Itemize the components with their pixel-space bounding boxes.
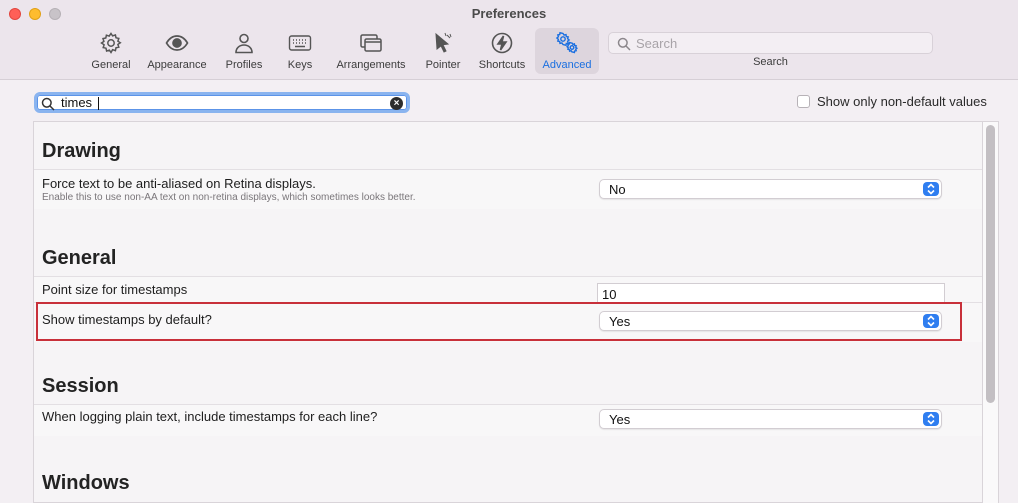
search-icon [41, 97, 55, 111]
log-timestamps-value: Yes [609, 412, 631, 427]
tab-profiles-label: Profiles [225, 59, 263, 71]
preferences-window: Preferences General Appearance Profiles [0, 0, 1018, 503]
keyboard-icon [288, 35, 312, 51]
eye-icon [165, 35, 189, 51]
chevron-updown-icon [923, 182, 939, 196]
antialias-description: Enable this to use non-AA text on non-re… [42, 192, 416, 203]
setting-row-show-timestamps: Show timestamps by default? Yes [34, 302, 982, 342]
non-default-values-checkbox[interactable] [797, 95, 810, 108]
timestamp-size-label: Point size for timestamps [42, 282, 188, 297]
toolbar-search-label: Search [753, 56, 788, 68]
chevron-updown-icon [923, 314, 939, 328]
antialias-value: No [609, 182, 626, 197]
windows-icon [360, 34, 382, 52]
toolbar: Preferences General Appearance Profiles [0, 0, 1018, 80]
clear-search-icon[interactable]: × [390, 97, 403, 110]
tab-general-label: General [91, 59, 131, 71]
section-title-windows: Windows [42, 472, 130, 494]
log-timestamps-label: When logging plain text, include timesta… [42, 409, 378, 424]
setting-row-antialias: Force text to be anti-aliased on Retina … [34, 169, 982, 209]
scrollbar-thumb[interactable] [986, 125, 995, 403]
cursor-icon [435, 32, 452, 53]
log-timestamps-popup[interactable]: Yes [599, 409, 942, 429]
show-timestamps-label: Show timestamps by default? [42, 312, 212, 327]
tab-keys[interactable]: Keys [279, 28, 321, 74]
settings-filter-value: times [61, 95, 93, 110]
section-title-drawing: Drawing [42, 140, 121, 162]
bolt-icon [491, 32, 513, 54]
antialias-label: Force text to be anti-aliased on Retina … [42, 176, 316, 191]
toolbar-search-placeholder: Search [636, 36, 678, 51]
setting-row-timestamp-size: Point size for timestamps 10 [34, 276, 982, 303]
timestamp-size-field[interactable]: 10 [597, 283, 945, 303]
chevron-updown-icon [923, 412, 939, 426]
toolbar-search-field[interactable]: Search [608, 32, 933, 54]
tab-shortcuts[interactable]: Shortcuts [474, 28, 530, 74]
text-caret [98, 97, 99, 110]
show-timestamps-value: Yes [609, 314, 631, 329]
gears-icon [555, 31, 578, 54]
tab-advanced-label: Advanced [542, 59, 592, 71]
tab-appearance[interactable]: Appearance [143, 28, 211, 74]
show-timestamps-popup[interactable]: Yes [599, 311, 942, 331]
advanced-settings-list: Drawing Force text to be anti-aliased on… [33, 121, 983, 503]
tab-profiles[interactable]: Profiles [220, 28, 268, 74]
search-icon [617, 37, 631, 51]
tab-keys-label: Keys [287, 59, 313, 71]
settings-filter-input[interactable]: times × [34, 92, 410, 113]
tab-arrangements-label: Arrangements [336, 59, 406, 71]
tab-pointer-label: Pointer [425, 59, 461, 71]
gear-icon [100, 32, 122, 54]
section-title-general: General [42, 247, 117, 269]
tab-general[interactable]: General [88, 28, 134, 74]
tab-advanced[interactable]: Advanced [535, 28, 599, 74]
window-title: Preferences [471, 6, 547, 21]
tab-shortcuts-label: Shortcuts [478, 59, 526, 71]
tab-pointer[interactable]: Pointer [421, 28, 465, 74]
antialias-popup[interactable]: No [599, 179, 942, 199]
tab-appearance-label: Appearance [147, 59, 207, 71]
setting-row-log-timestamps: When logging plain text, include timesta… [34, 404, 982, 436]
tab-arrangements[interactable]: Arrangements [331, 28, 411, 74]
timestamp-size-value: 10 [602, 287, 617, 302]
section-title-session: Session [42, 375, 119, 397]
person-icon [235, 33, 253, 54]
non-default-values-label[interactable]: Show only non-default values [817, 94, 987, 109]
